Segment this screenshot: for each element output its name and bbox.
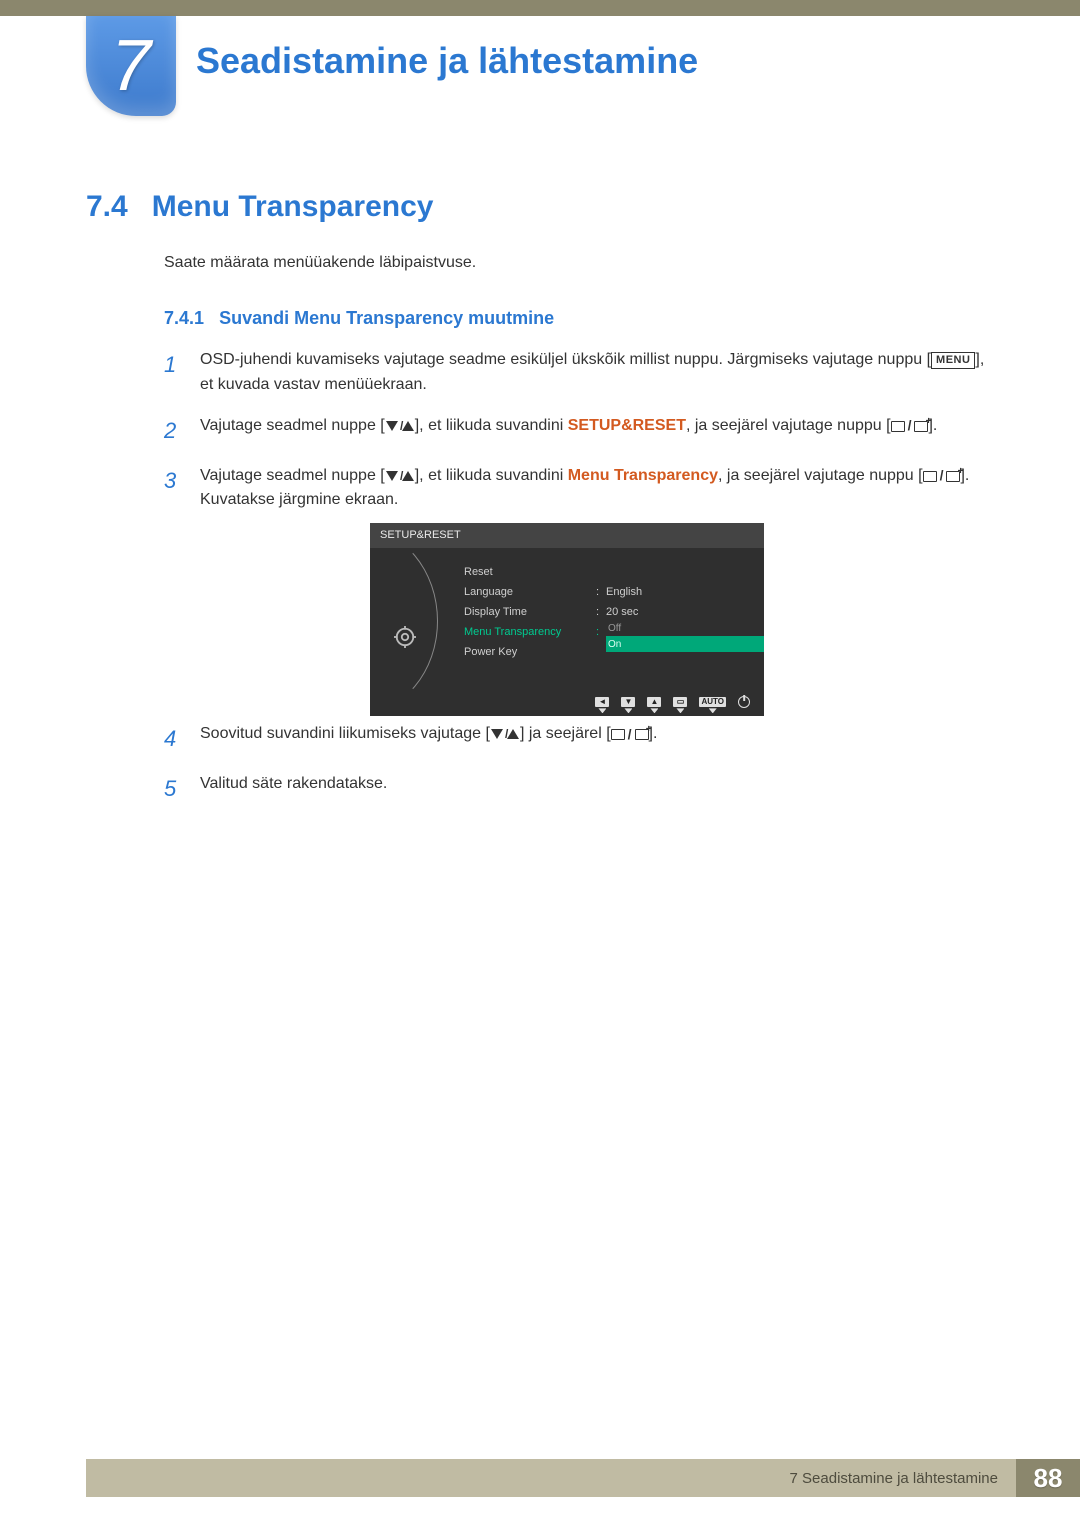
osd-item-language: Language:English	[460, 582, 752, 602]
osd-options: Off On	[606, 620, 764, 652]
subsection-heading: 7.4.1 Suvandi Menu Transparency muutmine	[164, 308, 554, 329]
step-1: 1 OSD-juhendi kuvamiseks vajutage seadme…	[164, 348, 994, 398]
page-footer: 7 Seadistamine ja lähtestamine 88	[86, 1459, 1080, 1497]
osd-ctrl-up: ▲	[647, 697, 661, 713]
osd-item-reset: Reset	[460, 562, 752, 582]
top-accent-bar	[0, 0, 1080, 16]
section-heading: 7.4 Menu Transparency	[86, 190, 433, 224]
osd-ctrl-left: ◄	[595, 697, 609, 713]
osd-body: Reset Language:English Display Time:20 s…	[370, 548, 764, 694]
osd-title: SETUP&RESET	[370, 523, 764, 548]
step-5: 5 Valitud säte rakendatakse.	[164, 772, 994, 806]
subsection-title: Suvandi Menu Transparency muutmine	[219, 308, 554, 328]
section-title: Menu Transparency	[152, 190, 434, 224]
enter-source-icon: /	[611, 724, 649, 746]
section-number: 7.4	[86, 190, 128, 224]
osd-ctrl-enter: ▭	[673, 697, 687, 713]
osd-ctrl-power	[738, 696, 750, 714]
highlight-setup-reset: SETUP&RESET	[568, 417, 686, 434]
osd-ctrl-down: ▼	[621, 697, 635, 713]
osd-control-bar: ◄ ▼ ▲ ▭ AUTO	[370, 694, 764, 716]
enter-source-icon: /	[891, 415, 929, 437]
step-4: 4 Soovitud suvandini liikumiseks vajutag…	[164, 722, 994, 756]
steps-list-continued: 4 Soovitud suvandini liikumiseks vajutag…	[164, 722, 994, 822]
down-up-arrows-icon: /	[385, 420, 415, 432]
down-up-arrows-icon: /	[385, 470, 415, 482]
menu-key-icon: MENU	[931, 352, 975, 369]
chapter-number: 7	[111, 25, 151, 107]
subsection-number: 7.4.1	[164, 308, 204, 328]
chapter-badge: 7	[86, 16, 176, 116]
section-intro: Saate määrata menüüakende läbipaistvuse.	[164, 254, 476, 272]
osd-arc-decor	[370, 548, 438, 694]
power-icon	[738, 696, 750, 708]
down-up-arrows-icon: /	[490, 728, 520, 740]
osd-screenshot: SETUP&RESET Reset Language:English Displ…	[370, 523, 764, 705]
footer-page-number: 88	[1016, 1459, 1080, 1497]
osd-ctrl-auto: AUTO	[699, 697, 726, 713]
osd-item-display-time: Display Time:20 sec	[460, 602, 752, 622]
footer-text: 7 Seadistamine ja lähtestamine	[86, 1459, 1016, 1497]
step-3: 3 Vajutage seadmel nuppe [/], et liikuda…	[164, 464, 994, 714]
steps-list: 1 OSD-juhendi kuvamiseks vajutage seadme…	[164, 348, 994, 729]
osd-option-off: Off	[606, 620, 764, 636]
settings-gear-icon	[394, 626, 416, 648]
osd-option-on: On	[606, 636, 764, 652]
enter-source-icon: /	[923, 465, 961, 487]
highlight-menu-transparency: Menu Transparency	[568, 467, 718, 484]
chapter-title: Seadistamine ja lähtestamine	[196, 40, 698, 82]
step-2: 2 Vajutage seadmel nuppe [/], et liikuda…	[164, 414, 994, 448]
